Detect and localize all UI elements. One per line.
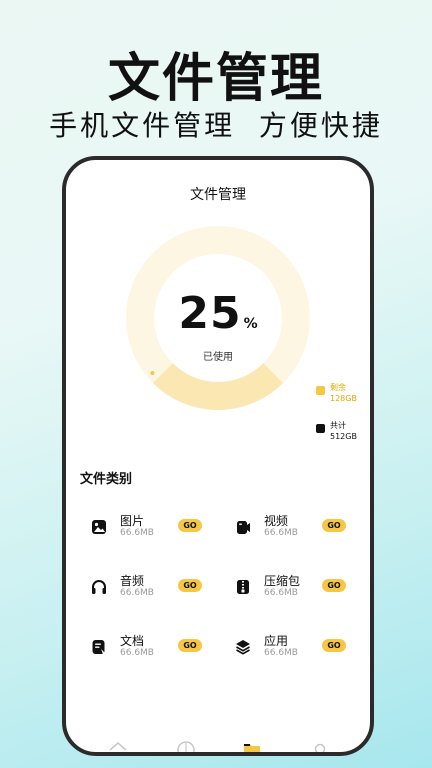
categories-title: 文件类别 bbox=[80, 472, 133, 487]
go-button[interactable]: GO bbox=[322, 579, 346, 592]
category-size: 66.6MB bbox=[120, 648, 154, 658]
category-name: 图片 bbox=[120, 514, 145, 528]
headphones-icon bbox=[92, 580, 106, 594]
phone-frame: 文件管理 25% 已使用 剩余 128GB 共计 512GB 文件类别 图片 6… bbox=[62, 156, 374, 756]
go-button[interactable]: GO bbox=[178, 579, 202, 592]
category-name: 压缩包 bbox=[264, 574, 301, 588]
go-button[interactable]: GO bbox=[322, 639, 346, 652]
folder-icon[interactable] bbox=[242, 738, 262, 752]
category-name: 音频 bbox=[120, 574, 145, 588]
profile-icon[interactable] bbox=[310, 738, 330, 752]
usage-percent-value: 25 bbox=[178, 288, 242, 339]
go-button[interactable]: GO bbox=[322, 519, 346, 532]
page-title: 文件管理 bbox=[190, 187, 246, 203]
go-button[interactable]: GO bbox=[178, 639, 202, 652]
legend-total-swatch bbox=[316, 424, 325, 433]
category-name: 文档 bbox=[120, 634, 145, 648]
bottom-tab-bar bbox=[66, 738, 370, 752]
legend-total-label: 共计 bbox=[330, 421, 346, 430]
donut-used-arc bbox=[152, 362, 284, 410]
category-size: 66.6MB bbox=[264, 588, 298, 598]
category-documents[interactable]: 文档 66.6MB GO bbox=[80, 632, 210, 668]
layers-icon bbox=[236, 640, 250, 655]
home-icon[interactable] bbox=[108, 738, 128, 752]
go-button[interactable]: GO bbox=[178, 519, 202, 532]
promo-headline: 文件管理 bbox=[107, 49, 324, 109]
promo-subheadline: 手机文件管理 方便快捷 bbox=[49, 109, 383, 142]
video-icon bbox=[237, 521, 250, 534]
category-name: 视频 bbox=[264, 514, 289, 528]
compass-icon[interactable] bbox=[176, 738, 196, 752]
category-size: 66.6MB bbox=[264, 648, 298, 658]
category-images[interactable]: 图片 66.6MB GO bbox=[80, 512, 210, 548]
legend-remaining-label: 剩余 bbox=[330, 383, 346, 392]
usage-percent-unit: % bbox=[243, 316, 258, 332]
document-icon bbox=[92, 640, 105, 654]
category-archives[interactable]: 压缩包 66.6MB GO bbox=[224, 572, 354, 608]
category-apps[interactable]: 应用 66.6MB GO bbox=[224, 632, 354, 668]
category-videos[interactable]: 视频 66.6MB GO bbox=[224, 512, 354, 548]
legend-total-value: 512GB bbox=[330, 432, 357, 441]
category-name: 应用 bbox=[264, 634, 289, 648]
usage-percent: 25% bbox=[126, 288, 310, 339]
legend-remaining-value: 128GB bbox=[330, 394, 357, 403]
category-size: 66.6MB bbox=[120, 528, 154, 538]
zip-icon bbox=[237, 580, 249, 594]
category-size: 66.6MB bbox=[264, 528, 298, 538]
image-icon bbox=[92, 520, 106, 534]
category-audio[interactable]: 音频 66.6MB GO bbox=[80, 572, 210, 608]
usage-label: 已使用 bbox=[203, 352, 233, 363]
category-size: 66.6MB bbox=[120, 588, 154, 598]
legend-remaining-swatch bbox=[316, 386, 325, 395]
donut-marker bbox=[150, 371, 155, 376]
